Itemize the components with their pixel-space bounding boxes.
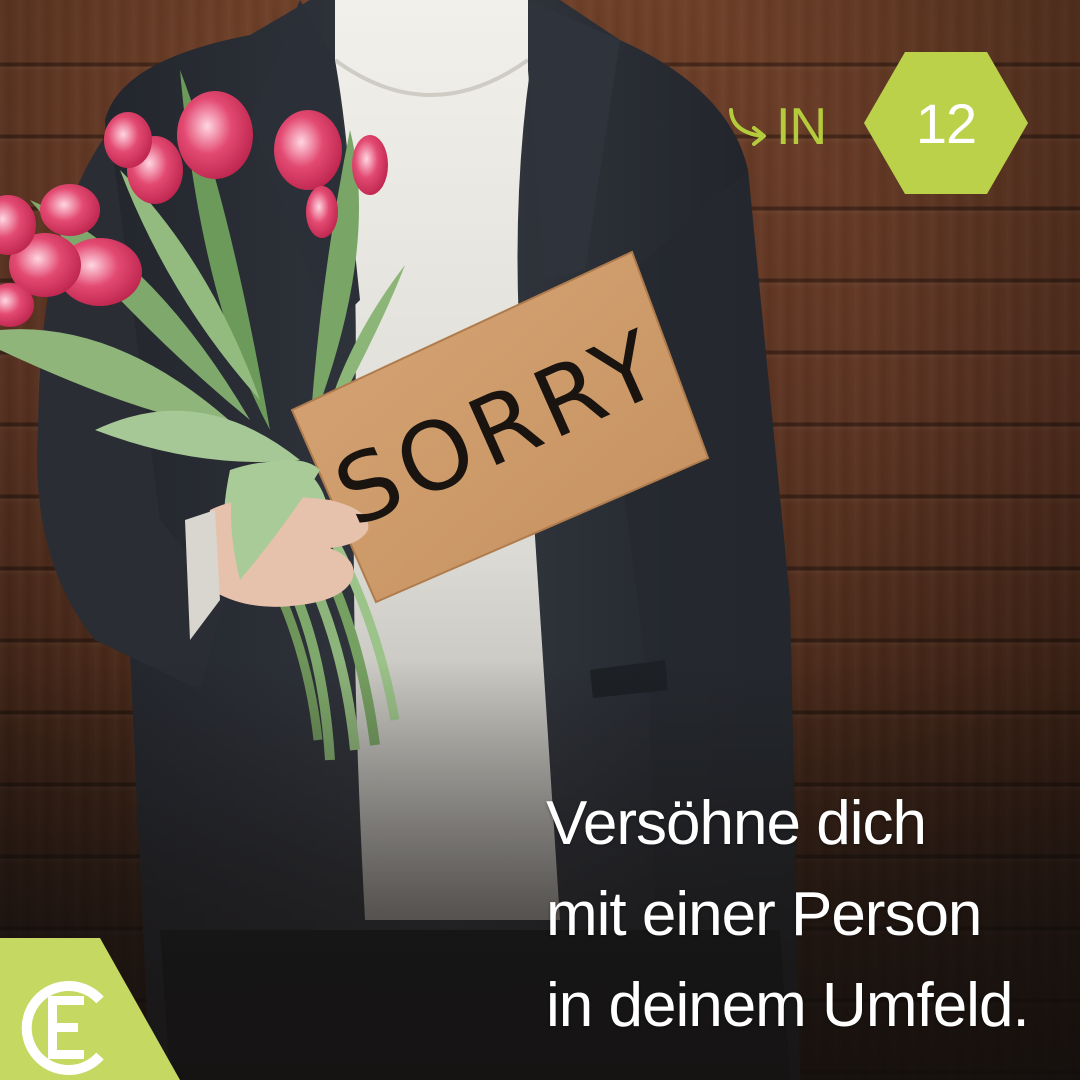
counter-number: 12 xyxy=(915,91,977,155)
counter-in-text: IN xyxy=(776,98,827,156)
headline: Versöhne dich mit einer Person in deinem… xyxy=(546,778,1066,1051)
headline-line-2: mit einer Person xyxy=(546,880,982,949)
headline-line-1: Versöhne dich xyxy=(546,789,927,858)
curved-arrow-icon xyxy=(729,108,766,146)
sign-text: SORRY xyxy=(320,309,680,549)
counter-label: IN xyxy=(728,92,827,162)
headline-line-3: in deinem Umfeld. xyxy=(546,971,1030,1040)
brand-logo-e-icon xyxy=(0,938,180,1080)
post-canvas: SORRY IN 12 Versöhne dich mit einer Pers… xyxy=(0,0,1080,1080)
